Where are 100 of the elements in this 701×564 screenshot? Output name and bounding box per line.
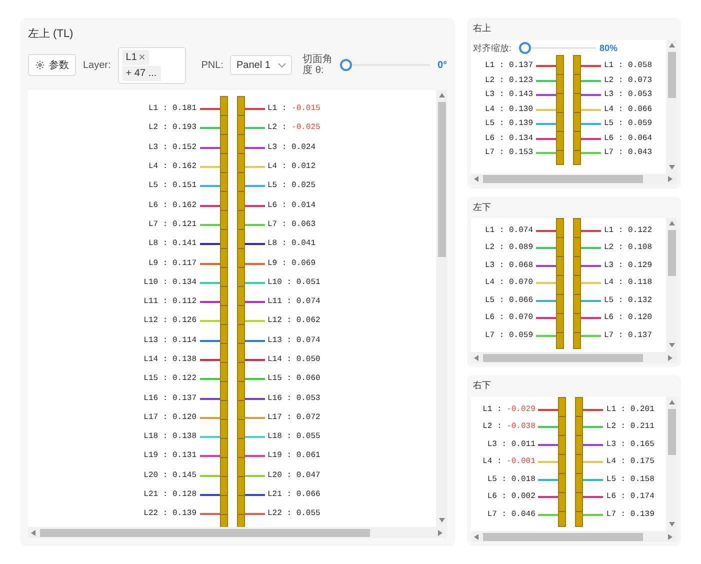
vertical-scrollbar[interactable] xyxy=(436,90,447,527)
layer-reading: L5 : 0.132 xyxy=(603,294,654,307)
layer-reading: L3 : 0.024 xyxy=(266,142,317,154)
layer-reading: L18 : 0.138 xyxy=(142,431,198,444)
layer-reading: L16 : 0.053 xyxy=(266,392,322,405)
scroll-down-icon[interactable] xyxy=(668,522,674,528)
params-button[interactable]: 参数 xyxy=(28,54,76,76)
scroll-right-icon[interactable] xyxy=(438,530,444,536)
close-icon[interactable] xyxy=(138,54,145,60)
slider-thumb[interactable] xyxy=(340,59,352,71)
scrollbar-thumb[interactable] xyxy=(483,175,643,184)
vertical-scrollbar[interactable] xyxy=(666,396,677,532)
layer-label: Layer: xyxy=(83,58,111,72)
layer-reading: L5 : 0.018 xyxy=(486,474,536,486)
scrollbar-thumb[interactable] xyxy=(40,528,370,536)
layer-reading: L19 : 0.131 xyxy=(142,450,198,462)
layer-reading: L6 : 0.014 xyxy=(266,200,317,212)
zoom-label: 对齐缩放: xyxy=(473,42,512,54)
layer-reading: L5 : 0.139 xyxy=(484,118,534,130)
scrollbar-thumb[interactable] xyxy=(668,230,676,276)
settings-icon xyxy=(35,60,45,70)
vertical-scrollbar[interactable] xyxy=(666,40,677,174)
layer-reading: L2 : 0.089 xyxy=(484,242,534,254)
layer-reading: L14 : 0.138 xyxy=(142,354,198,366)
layer-reading: L7 : 0.137 xyxy=(603,330,654,342)
layer-reading: L2 : -0.025 xyxy=(266,122,322,134)
scroll-right-icon[interactable] xyxy=(668,176,674,182)
layer-reading: L2 : 0.193 xyxy=(147,122,198,134)
layer-reading: L1 : 0.058 xyxy=(603,60,654,72)
scroll-up-icon[interactable] xyxy=(668,221,674,228)
layer-reading: L1 : 0.122 xyxy=(603,224,654,237)
layer-reading: L22 : 0.055 xyxy=(266,508,322,520)
scrollbar-thumb[interactable] xyxy=(483,354,643,362)
scroll-left-icon[interactable] xyxy=(474,534,480,540)
layer-reading: L14 : 0.050 xyxy=(266,354,322,366)
scroll-right-icon[interactable] xyxy=(668,534,674,540)
layer-reading: L4 : 0.012 xyxy=(266,161,317,174)
layer-reading: L6 : 0.120 xyxy=(603,312,654,324)
layer-reading: L15 : 0.060 xyxy=(266,373,322,386)
layer-select[interactable]: L1 + 47 ... xyxy=(118,46,186,84)
layer-reading: L21 : 0.066 xyxy=(266,489,322,502)
scrollbar-thumb[interactable] xyxy=(483,532,643,541)
horizontal-scrollbar[interactable] xyxy=(471,531,677,542)
vertical-scrollbar[interactable] xyxy=(666,218,677,352)
scroll-down-icon[interactable] xyxy=(438,518,444,524)
layer-reading: L2 : 0.108 xyxy=(603,242,654,254)
layer-reading: L3 : 0.068 xyxy=(484,260,534,272)
horizontal-scrollbar[interactable] xyxy=(28,527,447,538)
layer-reading: L13 : 0.114 xyxy=(142,334,198,347)
layer-reading: L6 : 0.134 xyxy=(484,132,534,145)
scroll-up-icon[interactable] xyxy=(668,42,674,48)
angle-label: 切面角度 θ: xyxy=(302,54,333,76)
scroll-up-icon[interactable] xyxy=(438,92,444,98)
layer-reading: L7 : 0.121 xyxy=(147,218,198,231)
scroll-right-icon[interactable] xyxy=(668,354,674,361)
layer-reading: L17 : 0.072 xyxy=(266,412,322,424)
horizontal-scrollbar[interactable] xyxy=(471,352,677,364)
layer-reading: L3 : 0.143 xyxy=(484,89,534,102)
layer-reading: L11 : 0.112 xyxy=(142,296,198,308)
layer-reading: L5 : 0.025 xyxy=(266,180,317,192)
scroll-down-icon[interactable] xyxy=(668,164,674,171)
layer-reading: L7 : 0.063 xyxy=(266,218,317,231)
layer-reading: L2 : 0.123 xyxy=(484,74,534,87)
more-tag[interactable]: + 47 ... xyxy=(122,66,161,80)
pnl-label: PNL: xyxy=(201,58,224,72)
layer-reading: L20 : 0.145 xyxy=(142,470,198,482)
angle-reading: 0° xyxy=(437,58,448,72)
layer-reading: L22 : 0.139 xyxy=(142,508,198,520)
layer-reading: L10 : 0.051 xyxy=(266,276,322,289)
scroll-left-icon[interactable] xyxy=(474,354,480,361)
panel-title: 左下 xyxy=(472,200,492,214)
layer-reading: L21 : 0.128 xyxy=(142,489,198,502)
layer-reading: L5 : 0.066 xyxy=(484,294,534,307)
layer-reading: L9 : 0.117 xyxy=(147,258,198,270)
scroll-down-icon[interactable] xyxy=(668,343,674,350)
layer-reading: L1 : -0.029 xyxy=(482,404,536,416)
scrollbar-thumb[interactable] xyxy=(668,52,676,98)
scrollbar-thumb[interactable] xyxy=(668,408,676,455)
layer-tag[interactable]: L1 xyxy=(122,50,149,64)
layer-reading: L17 : 0.120 xyxy=(142,412,198,424)
panel-select[interactable]: Panel 1 xyxy=(230,55,292,75)
layer-reading: L18 : 0.055 xyxy=(266,431,322,444)
layer-reading: L19 : 0.061 xyxy=(266,450,322,462)
slider[interactable] xyxy=(340,59,430,71)
scroll-left-icon[interactable] xyxy=(31,530,37,536)
layer-reading: L4 : 0.162 xyxy=(147,161,198,174)
layer-reading: L2 : 0.211 xyxy=(605,421,656,434)
layer-reading: L1 : 0.181 xyxy=(147,103,198,116)
scroll-up-icon[interactable] xyxy=(668,400,674,406)
slider-thumb[interactable] xyxy=(518,42,531,54)
scroll-left-icon[interactable] xyxy=(474,176,480,182)
layer-reading: L9 : 0.069 xyxy=(266,258,317,270)
horizontal-scrollbar[interactable] xyxy=(471,174,677,185)
layer-reading: L6 : 0.162 xyxy=(147,200,198,212)
layer-reading: L12 : 0.126 xyxy=(142,315,198,328)
panel-title: 右上 xyxy=(472,22,492,35)
layer-reading: L1 : 0.137 xyxy=(484,60,534,72)
scrollbar-thumb[interactable] xyxy=(438,102,446,257)
layer-reading: L20 : 0.047 xyxy=(266,470,322,482)
layer-reading: L5 : 0.158 xyxy=(605,474,656,486)
